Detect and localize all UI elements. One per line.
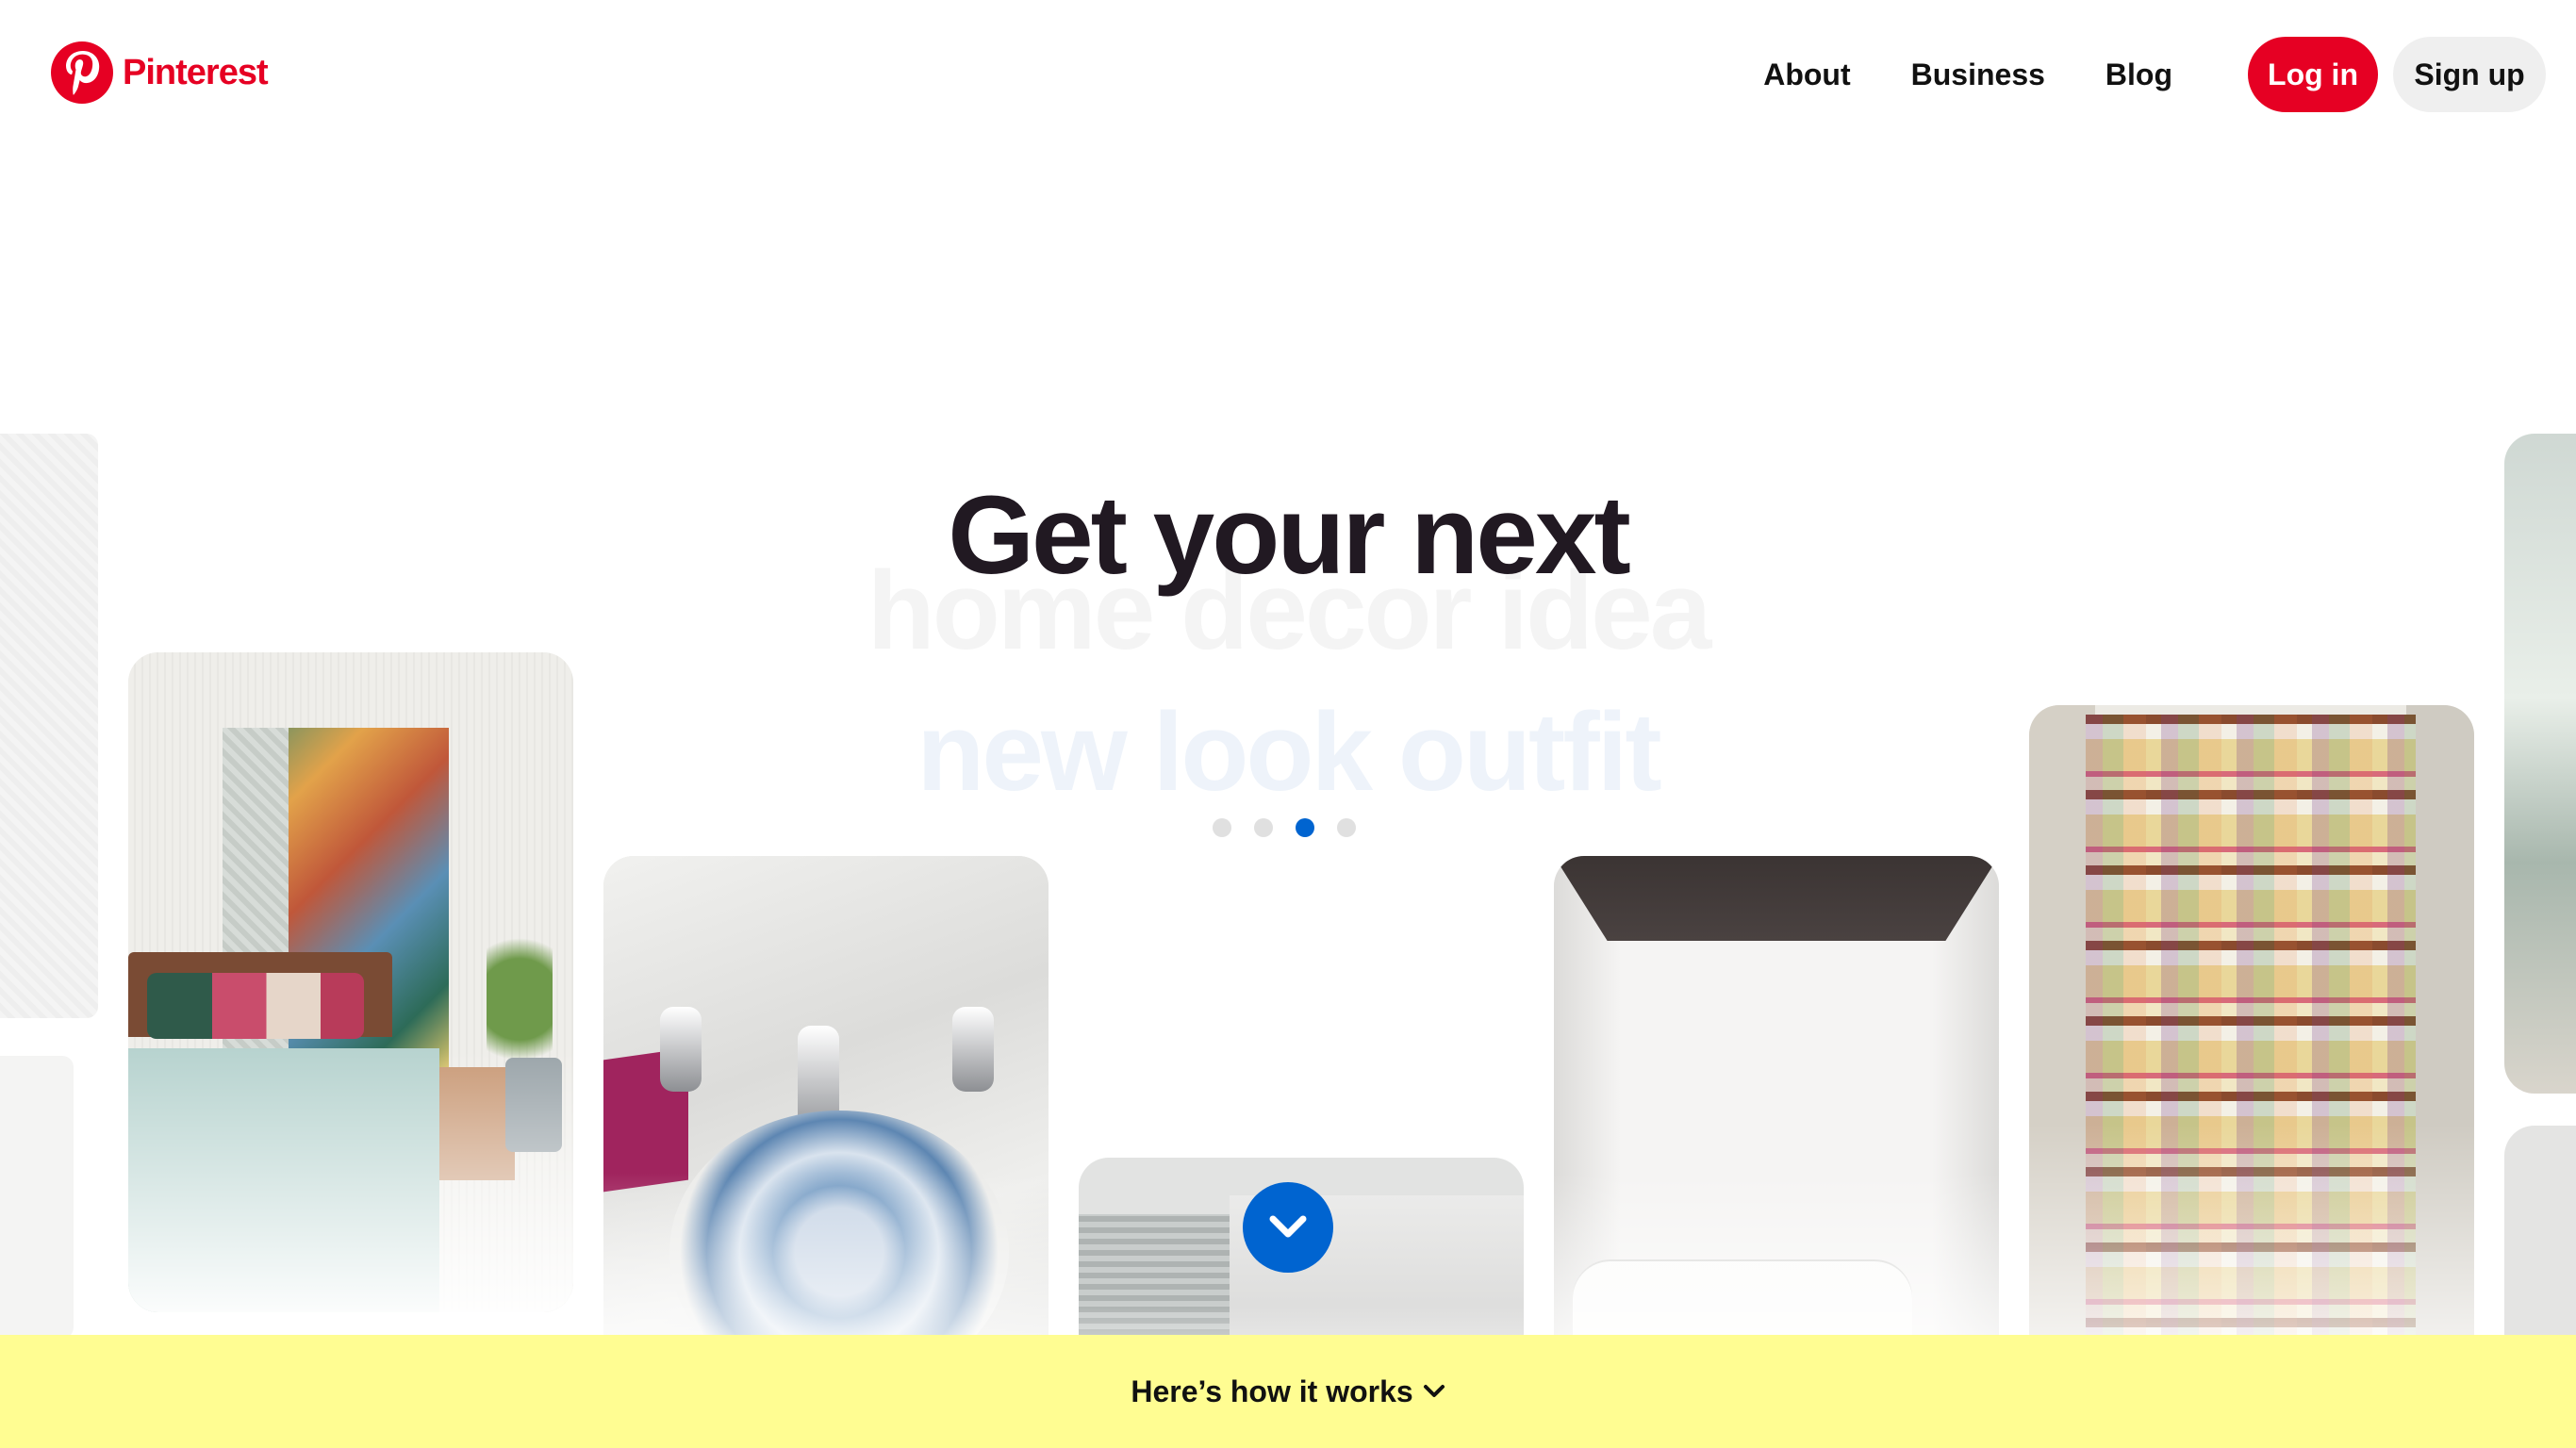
how-it-works-link[interactable]: Here’s how it works xyxy=(1131,1374,1445,1409)
how-it-works-label: Here’s how it works xyxy=(1131,1374,1413,1408)
signup-button[interactable]: Sign up xyxy=(2393,37,2546,112)
header: Pinterest About Business Blog Log in Sig… xyxy=(0,0,2576,151)
nav-blog[interactable]: Blog xyxy=(2105,58,2172,92)
carousel-dots xyxy=(1213,818,1379,837)
carousel-dot-4[interactable] xyxy=(1337,818,1356,837)
carousel-dot-2[interactable] xyxy=(1254,818,1273,837)
edge-pin-card-left-bottom xyxy=(0,1056,74,1339)
pin-card-white-bathroom[interactable] xyxy=(1554,856,1999,1384)
hero-headline: Get your next xyxy=(948,473,1631,598)
nav-business[interactable]: Business xyxy=(1911,58,2045,92)
nav-about[interactable]: About xyxy=(1763,58,1850,92)
pinterest-logo[interactable]: Pinterest xyxy=(51,41,269,104)
chevron-down-icon xyxy=(1269,1215,1307,1238)
logo-text: Pinterest xyxy=(123,52,269,92)
scroll-down-button[interactable] xyxy=(1243,1182,1333,1273)
carousel-dot-1[interactable] xyxy=(1213,818,1231,837)
how-it-works-bar: Here’s how it works xyxy=(0,1335,2576,1448)
pinterest-logo-icon xyxy=(51,41,113,104)
chevron-down-icon xyxy=(1423,1385,1445,1397)
login-button[interactable]: Log in xyxy=(2248,37,2378,112)
top-nav: About Business Blog Log in Sign up xyxy=(1763,36,2576,113)
pin-card-sink[interactable] xyxy=(603,856,1049,1384)
rotating-text-current: new look outfit xyxy=(916,690,1661,814)
carousel-dot-3-active[interactable] xyxy=(1296,818,1314,837)
